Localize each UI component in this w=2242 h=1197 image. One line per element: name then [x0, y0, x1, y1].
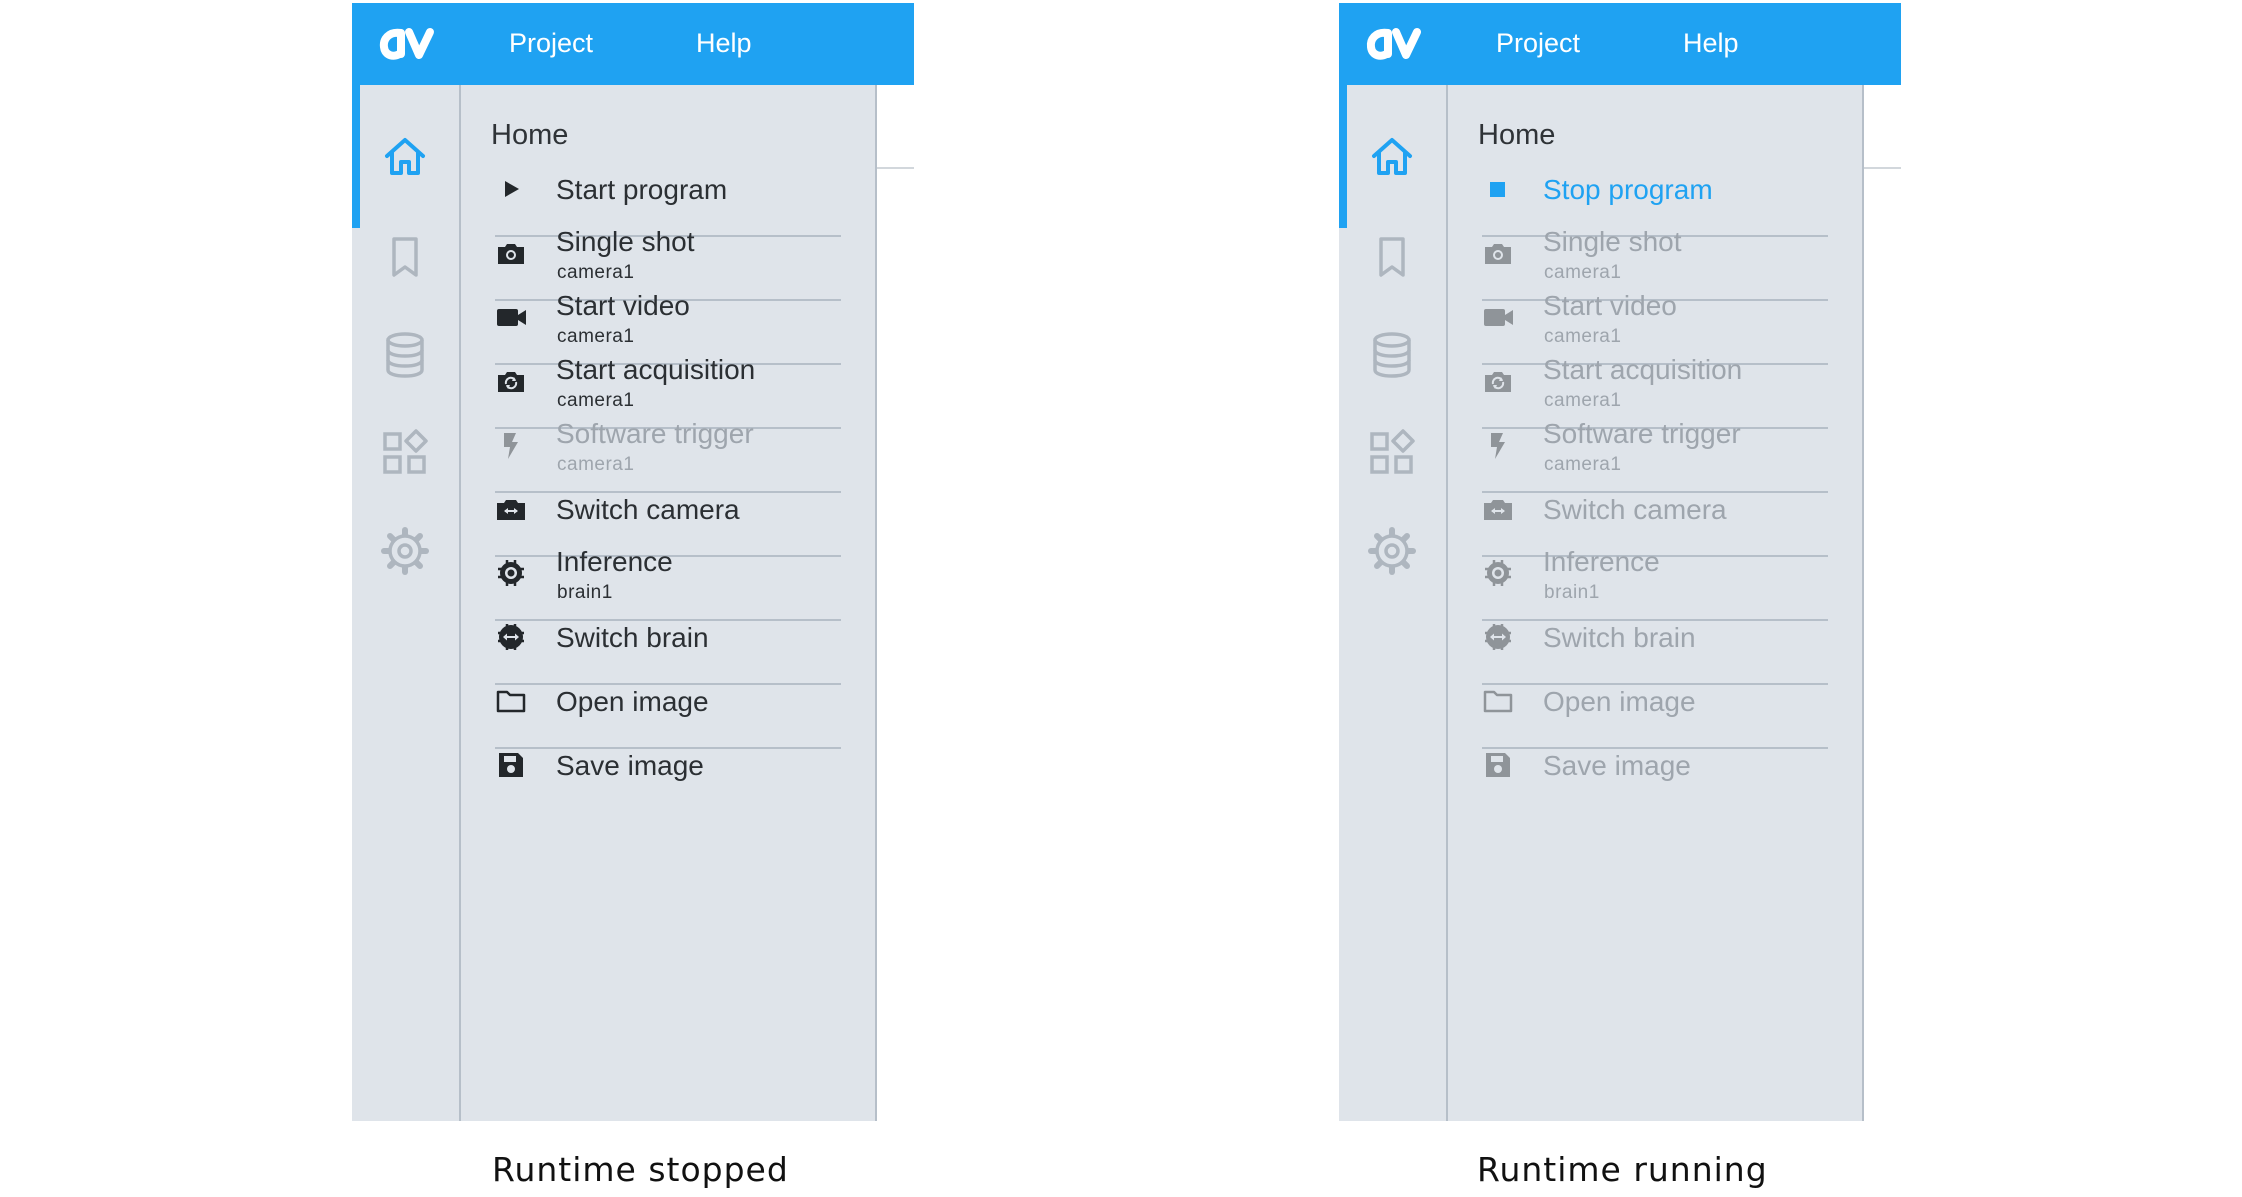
item-label: Single shot: [556, 226, 695, 257]
switch-brain-icon: [1482, 621, 1514, 653]
lightning-icon: [495, 429, 527, 461]
gear-icon[interactable]: [1366, 525, 1418, 577]
home-icon[interactable]: [1366, 131, 1418, 183]
video-camera-icon: [495, 301, 527, 333]
save-image-button[interactable]: Save image: [495, 721, 841, 813]
item-label: Save image: [556, 750, 704, 781]
top-menu-bar: Project Help: [1339, 3, 1901, 85]
bookmark-icon[interactable]: [1366, 231, 1418, 283]
app-logo-icon: [379, 28, 434, 60]
item-label: Software trigger: [1543, 418, 1741, 449]
top-menu-bar: Project Help: [352, 3, 914, 85]
item-label: Inference: [556, 546, 673, 577]
apps-icon[interactable]: [379, 427, 431, 479]
item-label: Stop program: [1543, 174, 1713, 205]
caption-runtime-stopped: Runtime stopped: [492, 1150, 789, 1189]
camera-sync-icon: [495, 365, 527, 397]
content-divider: [1864, 167, 1901, 169]
item-label: Switch camera: [556, 494, 740, 525]
app-window-runtime-running: Project Help Home Stop program Single sh…: [1339, 3, 1901, 1121]
apps-icon[interactable]: [1366, 427, 1418, 479]
folder-icon: [1482, 685, 1514, 717]
item-label: Software trigger: [556, 418, 754, 449]
folder-icon: [495, 685, 527, 717]
item-label: Single shot: [1543, 226, 1682, 257]
item-label: Start acquisition: [556, 354, 756, 385]
item-label: Switch camera: [1543, 494, 1727, 525]
nav-rail: [352, 85, 461, 1121]
play-icon: [495, 173, 527, 205]
item-label: Switch brain: [1543, 622, 1696, 653]
gear-icon[interactable]: [379, 525, 431, 577]
item-label: Start video: [556, 290, 690, 321]
menu-help[interactable]: Help: [1683, 25, 1739, 61]
camera-icon: [1482, 237, 1514, 269]
item-label: Switch brain: [556, 622, 709, 653]
database-icon[interactable]: [379, 329, 431, 381]
item-label: Inference: [1543, 546, 1660, 577]
switch-camera-icon: [1482, 493, 1514, 525]
database-icon[interactable]: [1366, 329, 1418, 381]
caption-runtime-running: Runtime running: [1477, 1150, 1768, 1189]
item-label: Save image: [1543, 750, 1691, 781]
menu-help[interactable]: Help: [696, 25, 752, 61]
content-divider: [877, 167, 914, 169]
floppy-disk-icon: [495, 749, 527, 781]
camera-sync-icon: [1482, 365, 1514, 397]
camera-icon: [495, 237, 527, 269]
item-label: Start acquisition: [1543, 354, 1743, 385]
active-indicator: [1339, 85, 1347, 228]
save-image-button[interactable]: Save image: [1482, 721, 1828, 813]
chip-icon: [495, 557, 527, 589]
switch-brain-icon: [495, 621, 527, 653]
home-icon[interactable]: [379, 131, 431, 183]
item-label: Start video: [1543, 290, 1677, 321]
menu-project[interactable]: Project: [509, 25, 593, 61]
item-label: Open image: [556, 686, 709, 717]
floppy-disk-icon: [1482, 749, 1514, 781]
chip-icon: [1482, 557, 1514, 589]
lightning-icon: [1482, 429, 1514, 461]
menu-project[interactable]: Project: [1496, 25, 1580, 61]
stop-icon: [1482, 173, 1514, 205]
switch-camera-icon: [495, 493, 527, 525]
home-menu: Home Stop program Single shot camera1 St…: [1448, 85, 1864, 1121]
item-label: Start program: [556, 174, 728, 205]
app-window-runtime-stopped: Project Help Home Start program Single s…: [352, 3, 914, 1121]
app-logo-icon: [1366, 28, 1421, 60]
item-label: Open image: [1543, 686, 1696, 717]
active-indicator: [352, 85, 360, 228]
home-menu: Home Start program Single shot camera1 S…: [461, 85, 877, 1121]
bookmark-icon[interactable]: [379, 231, 431, 283]
video-camera-icon: [1482, 301, 1514, 333]
nav-rail: [1339, 85, 1448, 1121]
